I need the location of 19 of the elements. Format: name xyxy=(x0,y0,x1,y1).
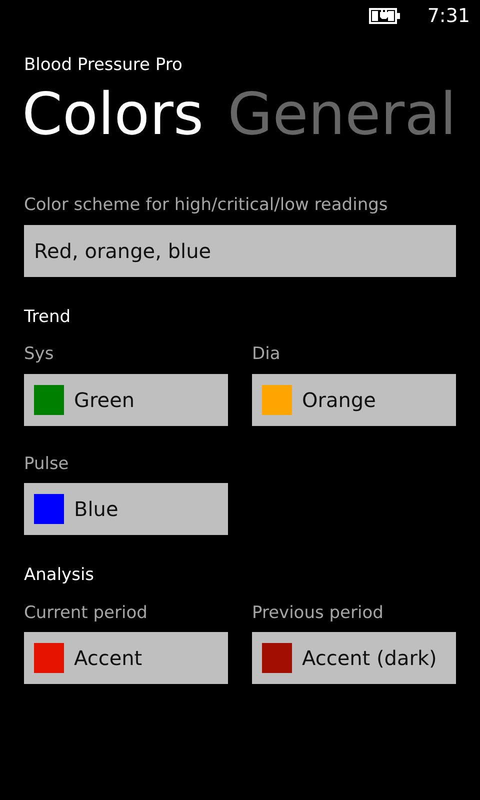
field-label: Current period xyxy=(24,602,148,625)
clock-time: 7:31 xyxy=(427,4,470,29)
color-picker[interactable]: Accent xyxy=(24,632,228,684)
app-title: Blood Pressure Pro xyxy=(24,54,184,77)
scheme-picker[interactable]: Red, orange, blue xyxy=(24,224,456,277)
color-picker[interactable]: Orange xyxy=(252,374,456,426)
field-label: Previous period xyxy=(252,602,384,625)
battery-charging-icon xyxy=(369,7,402,25)
color-picker[interactable]: Blue xyxy=(24,483,228,536)
field-label: Pulse xyxy=(24,452,70,476)
field-label: Sys xyxy=(24,343,55,366)
pivot-tab[interactable]: General xyxy=(228,80,456,148)
section-heading: Analysis xyxy=(24,564,96,588)
pivot-tab[interactable]: Colors xyxy=(22,80,204,148)
field-label: Dia xyxy=(252,343,282,366)
color-picker[interactable]: Accent (dark) xyxy=(252,632,456,684)
color-picker[interactable]: Green xyxy=(24,374,228,426)
field-label: Color scheme for high/critical/low readings xyxy=(24,194,389,218)
section-heading: Trend xyxy=(24,306,72,329)
